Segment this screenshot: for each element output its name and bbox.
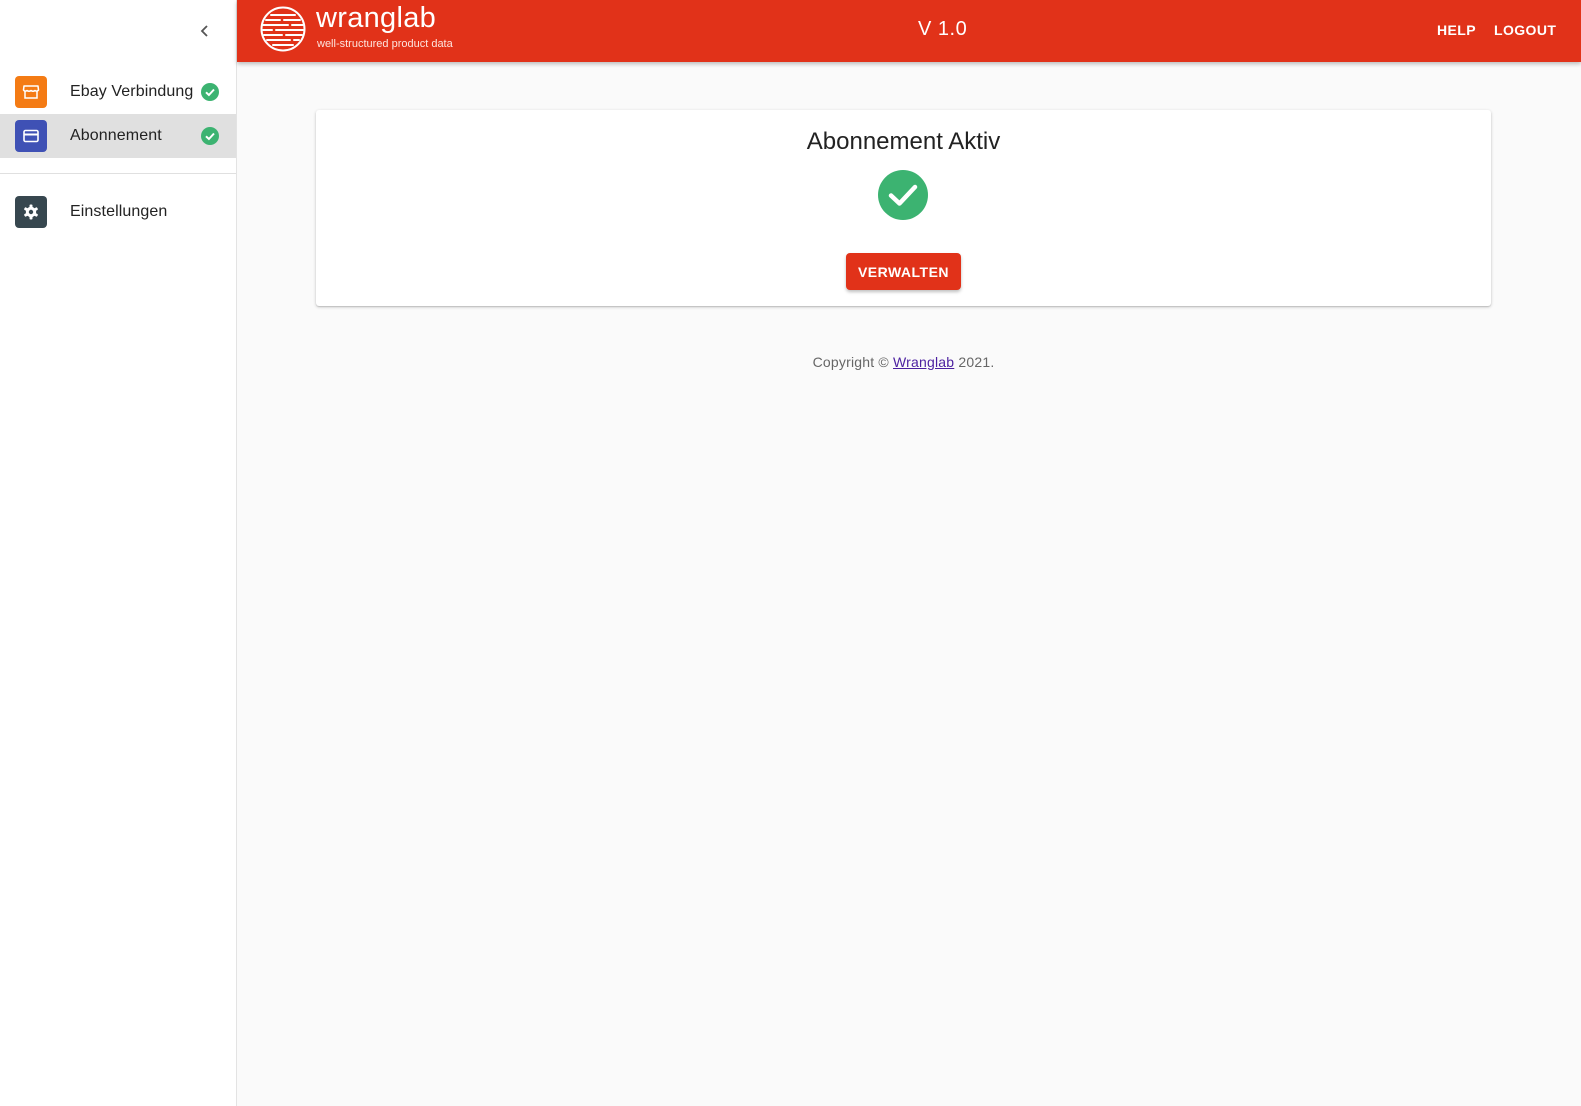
footer: Copyright © Wranglab 2021. [316,354,1491,370]
sidebar-item-einstellungen[interactable]: Einstellungen [0,190,236,234]
storefront-icon [15,76,47,108]
chevron-left-icon [200,25,208,37]
card-title: Abonnement Aktiv [806,128,1001,155]
app-bar: wranglab well-structured product data V … [237,0,1581,62]
sidebar: Ebay Verbindung Abonnement Einstellungen [0,0,237,1106]
sidebar-item-label: Einstellungen [70,203,168,220]
collapse-sidebar-button[interactable] [192,18,218,44]
sidebar-item-abonnement[interactable]: Abonnement [0,114,236,158]
sidebar-item-label: Abonnement [70,127,162,144]
gear-icon [15,196,47,228]
check-circle-icon [201,127,219,145]
check-circle-icon [878,170,928,220]
logo-tagline: well-structured product data [317,38,453,50]
copyright-prefix: Copyright © [812,354,894,370]
version-label: V 1.0 [918,18,968,40]
sidebar-item-ebay-verbindung[interactable]: Ebay Verbindung [0,70,236,114]
logo-name: wranglab [316,2,437,34]
check-circle-icon [201,83,219,101]
sidebar-item-label: Ebay Verbindung [70,83,194,100]
wranglab-logo-icon [260,6,306,52]
help-button[interactable]: HELP [1437,22,1476,38]
subscription-card: Abonnement Aktiv VERWALTEN [316,110,1491,306]
credit-card-icon [15,120,47,152]
wranglab-link[interactable]: Wranglab [893,354,954,370]
sidebar-divider [0,173,236,174]
copyright-suffix: 2021. [954,354,995,370]
manage-subscription-button[interactable]: VERWALTEN [846,253,961,290]
logout-button[interactable]: LOGOUT [1494,22,1556,38]
